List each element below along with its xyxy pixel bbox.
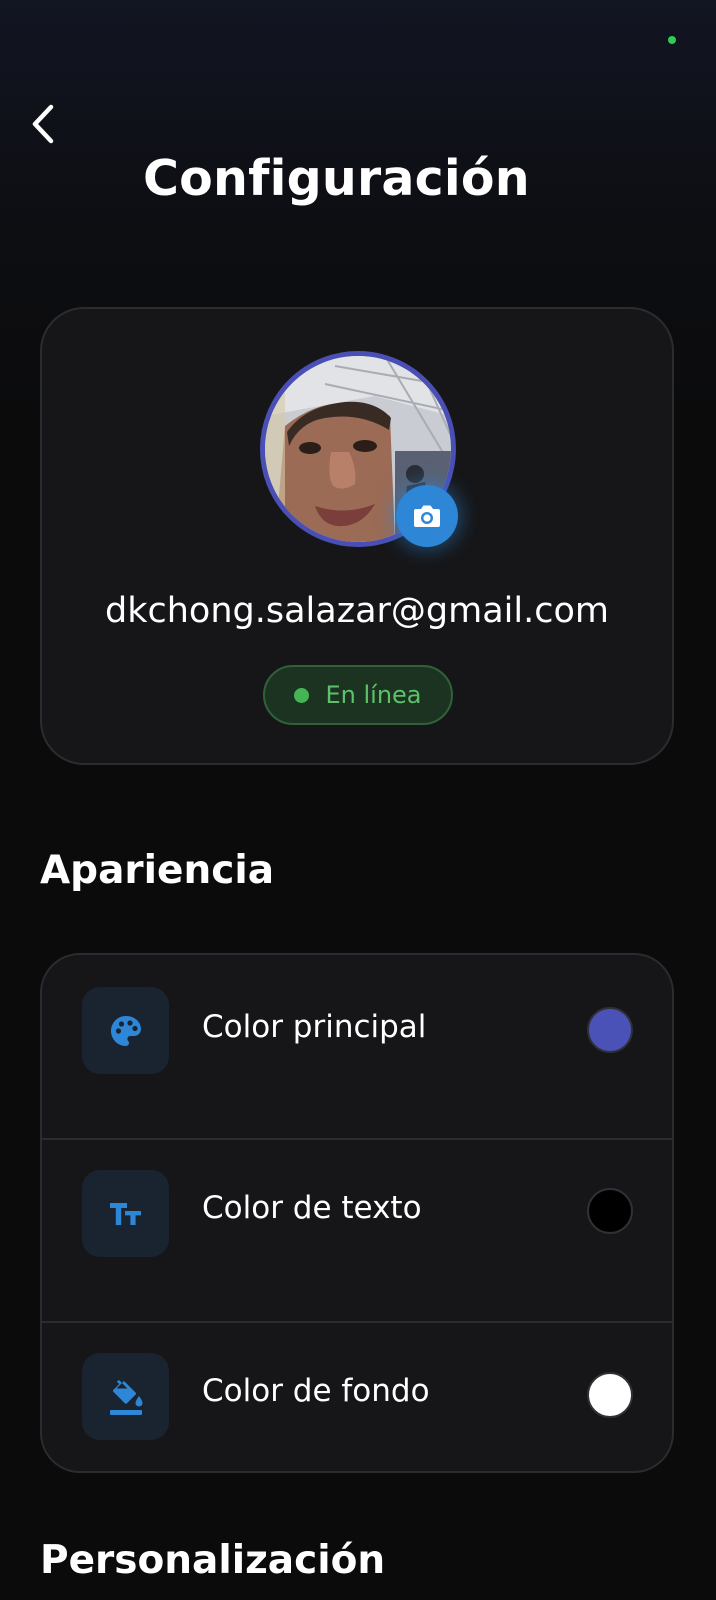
status-label: En línea [325, 681, 422, 709]
setting-label-background-color: Color de fondo [202, 1373, 430, 1409]
setting-row-primary-color[interactable]: Color principal [42, 955, 672, 1140]
setting-icon-box [82, 1353, 169, 1440]
text-color-swatch[interactable] [587, 1188, 633, 1234]
section-title-appearance: Apariencia [40, 848, 275, 893]
palette-icon [110, 1015, 141, 1046]
section-title-personalization: Personalización [40, 1538, 386, 1583]
setting-row-background-color[interactable]: Color de fondo [42, 1321, 672, 1471]
change-photo-button[interactable] [396, 485, 458, 547]
primary-color-swatch[interactable] [587, 1007, 633, 1053]
status-indicator-dot [668, 36, 676, 44]
page-title: Configuración [143, 150, 530, 207]
status-badge: En línea [263, 665, 453, 725]
online-status-dot [294, 687, 310, 703]
fill-bucket-icon [109, 1379, 142, 1415]
profile-card: dkchong.salazar@gmail.com En línea [40, 307, 674, 765]
background-color-swatch[interactable] [587, 1372, 633, 1418]
setting-icon-box [82, 1170, 169, 1257]
user-email: dkchong.salazar@gmail.com [105, 591, 609, 631]
chevron-left-icon [32, 104, 54, 144]
back-button[interactable] [24, 100, 64, 148]
setting-label-primary-color: Color principal [202, 1009, 427, 1045]
setting-icon-box [82, 987, 169, 1074]
appearance-settings-card: Color principal Color de texto Color de … [40, 953, 674, 1473]
text-size-icon [109, 1202, 141, 1225]
setting-label-text-color: Color de texto [202, 1190, 422, 1226]
camera-icon [414, 505, 440, 527]
setting-row-text-color[interactable]: Color de texto [42, 1138, 672, 1323]
